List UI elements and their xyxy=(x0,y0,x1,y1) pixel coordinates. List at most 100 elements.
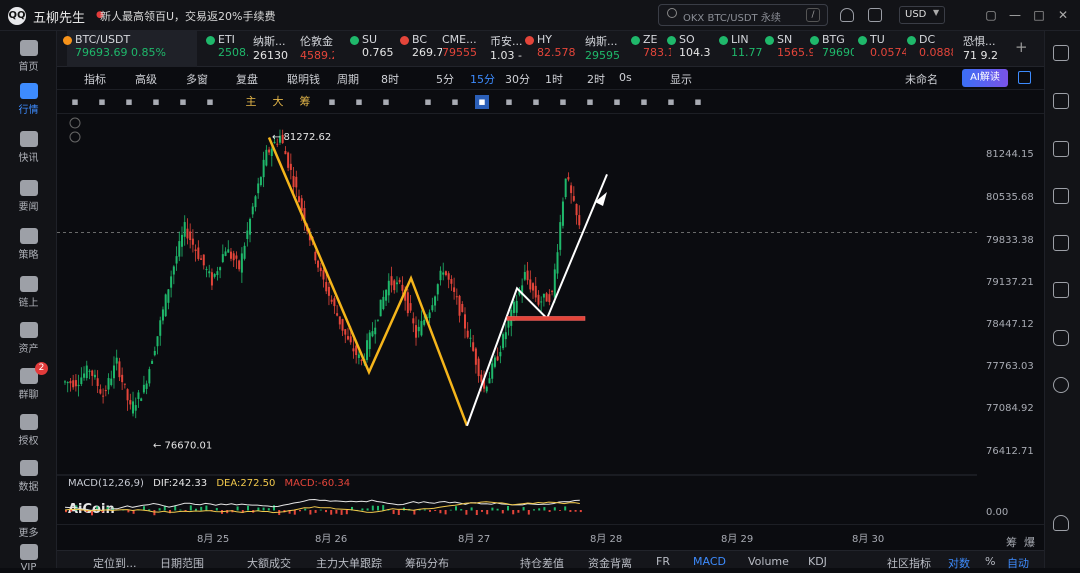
bottom-item-8[interactable]: MACD xyxy=(693,555,726,568)
bottom-item-3[interactable]: 主力大单跟踪 xyxy=(316,555,382,571)
ticker-2[interactable]: 纳斯... 26130 xyxy=(253,33,293,65)
tool-主[interactable]: 主 xyxy=(244,95,258,109)
ticker-11[interactable]: SO 104.3 xyxy=(667,33,719,65)
undo-icon[interactable]: ▪ xyxy=(664,95,678,109)
indicator-a-icon[interactable]: ▪ xyxy=(325,95,339,109)
toolbar-item-13[interactable]: 显示 xyxy=(670,71,692,87)
bottom-item-11[interactable]: 社区指标 xyxy=(887,555,931,571)
etf-icon[interactable] xyxy=(1053,282,1069,298)
filter-icon[interactable]: ▪ xyxy=(610,95,624,109)
bell-icon[interactable] xyxy=(840,8,854,22)
bottom-item-2[interactable]: 大额成交 xyxy=(247,555,291,571)
ticker-8[interactable]: HY 82.578 xyxy=(525,33,575,65)
delete-icon[interactable]: ▪ xyxy=(637,95,651,109)
ticker-17[interactable]: 恐惧... 71 9.2 xyxy=(963,33,1003,65)
tool-筹[interactable]: 筹 xyxy=(298,95,312,109)
rect-tool-icon[interactable]: ▪ xyxy=(176,95,190,109)
toolbar-item-11[interactable]: 2时 xyxy=(587,71,605,87)
eye-icon[interactable]: ▪ xyxy=(583,95,597,109)
toolbar-item-9[interactable]: 30分 xyxy=(505,71,530,87)
toolbar-item-14[interactable]: 未命名 xyxy=(905,71,938,87)
bottom-item-5[interactable]: 持仓差值 xyxy=(520,555,564,571)
ticker-9[interactable]: 纳斯... 29595 xyxy=(585,33,625,65)
bottom-item-1[interactable]: 日期范围 xyxy=(160,555,204,571)
calendar-icon[interactable] xyxy=(1053,235,1069,251)
bottom-item-13[interactable]: % xyxy=(985,555,995,568)
ticker-6[interactable]: CME... 79555 xyxy=(442,33,482,65)
line-tool-icon[interactable]: ▪ xyxy=(68,95,82,109)
nav-item-8[interactable]: 授权 xyxy=(0,414,57,447)
nav-item-5[interactable]: 链上 xyxy=(0,276,57,309)
lock-icon[interactable]: ▪ xyxy=(529,95,543,109)
toolbar-item-6[interactable]: 8时 xyxy=(381,71,399,87)
channel-tool-icon[interactable]: ▪ xyxy=(122,95,136,109)
ticker-15[interactable]: TU 0.0574 xyxy=(858,33,906,65)
nav-item-10[interactable]: 更多 xyxy=(0,506,57,539)
fib-tool-icon[interactable]: ▪ xyxy=(149,95,163,109)
robot-icon[interactable] xyxy=(1053,330,1069,346)
nav-item-1[interactable]: 行情 xyxy=(0,83,57,116)
redo-icon[interactable]: ▪ xyxy=(691,95,705,109)
toolbar-item-10[interactable]: 1时 xyxy=(545,71,563,87)
nav-item-0[interactable]: 首页 xyxy=(0,40,57,73)
nav-item-2[interactable]: 快讯 xyxy=(0,131,57,164)
restore-window-icon[interactable]: ▢ xyxy=(985,9,997,21)
bottom-item-12[interactable]: 对数 xyxy=(948,555,970,571)
bottom-item-0[interactable]: 定位到... xyxy=(93,555,137,571)
price-alert-icon[interactable] xyxy=(1053,141,1069,157)
nav-item-9[interactable]: 数据 xyxy=(0,460,57,493)
ticker-16[interactable]: DC0.0888 xyxy=(907,33,953,65)
pen-icon[interactable]: ▪ xyxy=(475,95,489,109)
bottom-item-10[interactable]: KDJ xyxy=(808,555,827,568)
bottom-item-4[interactable]: 筹码分布 xyxy=(405,555,449,571)
nav-item-11[interactable]: VIP xyxy=(0,544,57,573)
tool-大[interactable]: 大 xyxy=(271,95,285,109)
toolbar-item-3[interactable]: 复盘 xyxy=(236,71,258,87)
mail-icon[interactable] xyxy=(868,8,882,22)
maximize-icon[interactable]: □ xyxy=(1033,9,1045,21)
ticker-5[interactable]: BC 269.7 xyxy=(400,33,442,65)
ticker-12[interactable]: LIN 11.77 xyxy=(719,33,767,65)
transfer-icon[interactable] xyxy=(1053,377,1069,393)
brush-tool-icon[interactable]: ▪ xyxy=(203,95,217,109)
ticker-7[interactable]: 币安... 1.03 - xyxy=(490,33,530,65)
layout-icon[interactable] xyxy=(1053,45,1069,61)
toolbar-item-7[interactable]: 5分 xyxy=(436,71,454,87)
ticker-1[interactable]: ETI2508.0 xyxy=(206,33,248,65)
nav-item-7[interactable]: 群聊 xyxy=(0,368,57,401)
ai-analysis-button[interactable]: AI解读 xyxy=(962,69,1008,87)
add-ticker-icon[interactable]: + xyxy=(1015,38,1028,56)
toolbar-item-0[interactable]: 指标 xyxy=(84,71,106,87)
pattern-icon[interactable]: ▪ xyxy=(502,95,516,109)
trend-icon[interactable] xyxy=(1053,188,1069,204)
user-icon[interactable] xyxy=(1053,515,1069,531)
toolbar-item-12[interactable]: 0s xyxy=(619,71,632,84)
screenshot-icon[interactable]: ▪ xyxy=(556,95,570,109)
indicator-b-icon[interactable]: ▪ xyxy=(352,95,366,109)
macd-pane[interactable] xyxy=(57,490,977,524)
toolbar-item-5[interactable]: 周期 xyxy=(337,71,359,87)
zoom-icon[interactable]: ▪ xyxy=(448,95,462,109)
price-chart[interactable]: ← 81272.62 ← 76670.01 xyxy=(57,114,977,476)
ruler-icon[interactable]: ▪ xyxy=(421,95,435,109)
toolbar-item-2[interactable]: 多窗 xyxy=(186,71,208,87)
bottom-item-14[interactable]: 自动 xyxy=(1007,555,1029,571)
ticker-13[interactable]: SN 1565.9 xyxy=(765,33,813,65)
nav-item-4[interactable]: 策略 xyxy=(0,228,57,261)
promo-notice[interactable]: 新人最高领百U，交易返20%手续费 xyxy=(100,8,276,24)
ticker-4[interactable]: SU 0.765 xyxy=(350,33,396,65)
share-icon[interactable] xyxy=(1018,71,1031,84)
magnet-icon[interactable]: ▪ xyxy=(379,95,393,109)
minimize-icon[interactable]: — xyxy=(1009,9,1021,21)
document-icon[interactable] xyxy=(1053,93,1069,109)
close-icon[interactable]: ✕ xyxy=(1057,9,1069,21)
bottom-item-6[interactable]: 资金背离 xyxy=(588,555,632,571)
toolbar-item-1[interactable]: 高级 xyxy=(135,71,157,87)
nav-item-6[interactable]: 资产 xyxy=(0,322,57,355)
toolbar-item-4[interactable]: 聪明钱 xyxy=(287,71,320,87)
toolbar-item-8[interactable]: 15分 xyxy=(470,71,495,87)
nav-item-3[interactable]: 要闻 xyxy=(0,180,57,213)
ticker-0[interactable]: BTC/USDT 79693.69 0.85% xyxy=(63,33,195,65)
bottom-item-9[interactable]: Volume xyxy=(748,555,789,568)
ticker-3[interactable]: 伦敦金4589.2 xyxy=(300,33,334,65)
